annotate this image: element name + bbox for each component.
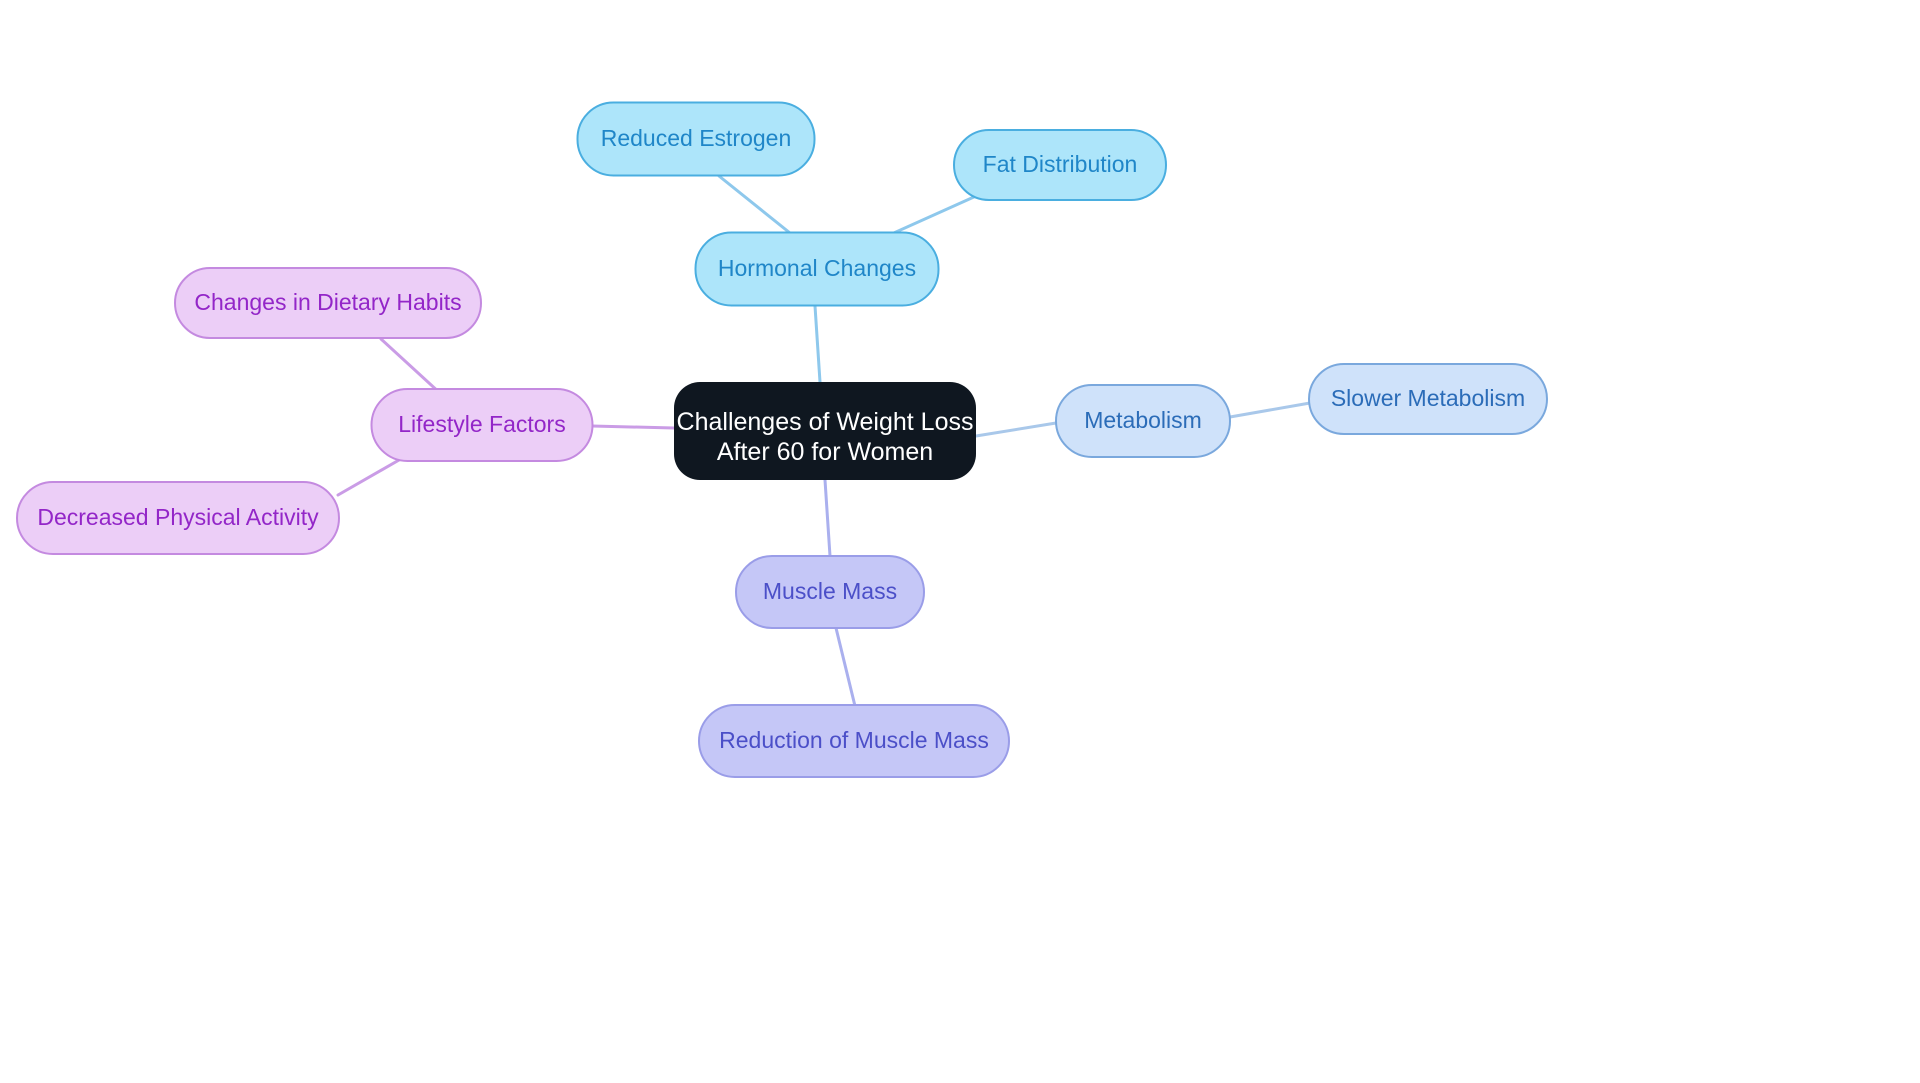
node-label-decreased-physical-activity: Decreased Physical Activity — [37, 504, 319, 530]
mindmap-edge — [974, 421, 1058, 438]
mindmap-svg: Reduced Estrogen Fat Distribution Slower M… — [16, 101, 1548, 778]
mindmap-edge — [813, 304, 822, 384]
node-label-reduction-of-muscle-mass: Reduction of Muscle Mass — [719, 727, 989, 753]
mindmap-node-hormonal-changes[interactable]: Hormonal Changes — [694, 231, 940, 307]
mindmap-node-metabolism[interactable]: Metabolism — [1055, 384, 1231, 458]
node-label-reduced-estrogen: Reduced Estrogen — [601, 125, 792, 151]
mindmap-node-reduced-estrogen[interactable]: Reduced Estrogen — [576, 101, 816, 177]
mindmap-node-slower-metabolism[interactable]: Slower Metabolism — [1308, 363, 1548, 435]
mindmap-edge — [823, 478, 832, 558]
node-label-hormonal-changes: Hormonal Changes — [718, 255, 916, 281]
node-label-slower-metabolism: Slower Metabolism — [1331, 385, 1525, 411]
mindmap-edge — [590, 424, 676, 430]
mindmap-edge — [1228, 401, 1312, 419]
mindmap-edge — [717, 174, 792, 235]
mindmap-node-decreased-physical-activity[interactable]: Decreased Physical Activity — [16, 481, 340, 555]
mindmap-node-root[interactable]: Challenges of Weight Loss After 60 for Wo… — [674, 382, 976, 480]
node-label-metabolism: Metabolism — [1084, 407, 1202, 433]
node-layer: Reduced Estrogen Fat Distribution Slower M… — [16, 101, 1548, 778]
mindmap-node-lifestyle-factors[interactable]: Lifestyle Factors — [370, 388, 594, 462]
node-label-lifestyle-factors: Lifestyle Factors — [398, 411, 565, 437]
mindmap-edge — [885, 190, 987, 238]
mindmap-node-fat-distribution[interactable]: Fat Distribution — [953, 129, 1167, 201]
mindmap-node-changes-in-dietary-habits[interactable]: Changes in Dietary Habits — [174, 267, 482, 339]
mindmap-canvas-container: Reduced Estrogen Fat Distribution Slower M… — [0, 0, 1920, 1083]
mindmap-edge — [379, 337, 443, 396]
mindmap-edge — [834, 626, 857, 708]
node-label-fat-distribution: Fat Distribution — [983, 151, 1138, 177]
node-label-muscle-mass: Muscle Mass — [763, 578, 897, 604]
mindmap-edge — [336, 454, 408, 497]
mindmap-node-reduction-of-muscle-mass[interactable]: Reduction of Muscle Mass — [698, 704, 1010, 778]
mindmap-node-muscle-mass[interactable]: Muscle Mass — [735, 555, 925, 629]
node-label-changes-in-dietary-habits: Changes in Dietary Habits — [194, 289, 461, 315]
